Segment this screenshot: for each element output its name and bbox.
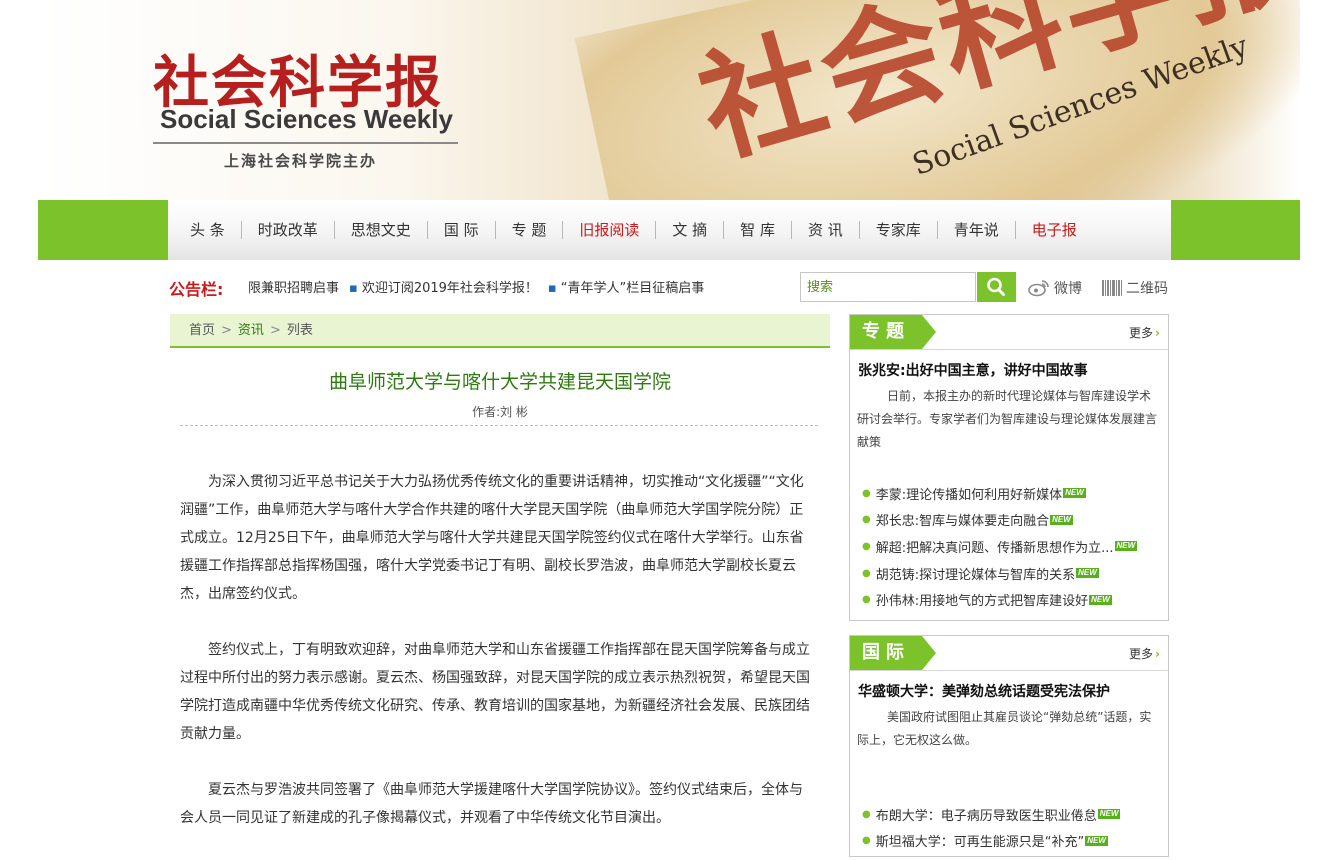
chevron-right-icon: >: [221, 323, 232, 338]
notice-ticker: 限兼职招聘启事 ▪ 欢迎订阅2019年社会科学报！ ▪ “青年学人”栏目征稿启事: [248, 277, 788, 295]
breadcrumb-current[interactable]: 列表: [287, 323, 313, 338]
bullet-icon: ●: [862, 487, 871, 499]
bullet-icon: ●: [862, 540, 871, 552]
notice-label: 公告栏:: [169, 280, 224, 299]
sidebar-intl-tag[interactable]: 国际: [850, 636, 922, 670]
list-item[interactable]: ● 解超:把解决真问题、传播新思想作为立... NEW: [862, 533, 1138, 560]
nav-item-8[interactable]: 资 讯: [792, 221, 860, 239]
sidebar-intl-more[interactable]: 更多 ›: [1129, 645, 1160, 662]
chevron-right-icon: >: [269, 323, 281, 338]
notice-item-text: “青年学人”栏目征稿启事: [560, 281, 705, 295]
search-button[interactable]: [977, 272, 1016, 302]
notice-item-text: 限兼职招聘启事: [248, 281, 340, 295]
article-title: 曲阜师范大学与喀什大学共建昆天国学院: [328, 371, 671, 393]
weibo-link[interactable]: 微博: [1028, 278, 1082, 298]
breadcrumb-section[interactable]: 资讯: [238, 323, 264, 338]
more-label: 更多: [1129, 326, 1154, 340]
nav-item-10[interactable]: 青年说: [938, 221, 1016, 239]
sidebar-intl-lead-desc: 美国政府试图阻止其雇员谈论“弹劾总统”话题，实际上，它无权这么做。: [857, 710, 1152, 747]
nav-item-5[interactable]: 旧报阅读: [563, 221, 657, 239]
list-item-text: 李蒙:理论传播如何利用好新媒体: [875, 487, 1063, 503]
weibo-icon: [1028, 280, 1049, 297]
list-item[interactable]: ● 布朗大学：电子病历导致医生职业倦怠 NEW: [862, 801, 1121, 828]
sidebar-intl-lead-title[interactable]: 华盛顿大学：美弹劾总统话题受宪法保护: [858, 681, 1110, 701]
sidebar-intl-list: ● 布朗大学：电子病历导致医生职业倦怠 NEW ● 斯坦福大学：可再生能源只是“补充” N…: [862, 801, 1121, 855]
tag-arrow-icon: [922, 315, 936, 349]
site-logo-en[interactable]: Social Sciences Weekly: [160, 104, 453, 135]
article-divider: [180, 425, 818, 426]
nav-item-0[interactable]: 头 条: [174, 221, 242, 239]
nav-item-1[interactable]: 时政改革: [242, 221, 335, 239]
bullet-icon: ●: [862, 594, 871, 606]
notice-item[interactable]: ▪ “青年学人”栏目征稿启事: [548, 281, 704, 295]
breadcrumb: 首页 > 资讯 > 列表: [170, 314, 830, 348]
article-paragraph: 签约仪式上，丁有明致欢迎辞，对曲阜师范大学和山东省援疆工作指挥部在昆天国学院筹备…: [180, 642, 810, 742]
new-badge-icon: NEW: [1089, 594, 1112, 605]
nav-item-6[interactable]: 文 摘: [656, 221, 725, 239]
search-input[interactable]: [801, 273, 971, 301]
more-label: 更多: [1129, 647, 1154, 661]
list-item-text: 孙伟林:用接地气的方式把智库建设好: [875, 594, 1089, 610]
bullet-icon: ▪: [349, 281, 358, 295]
nav-item-9[interactable]: 专家库: [860, 221, 938, 239]
chevron-right-icon: ›: [1155, 326, 1160, 340]
bullet-icon: ●: [862, 514, 871, 526]
new-badge-icon: NEW: [1050, 514, 1073, 525]
list-item[interactable]: ● 李蒙:理论传播如何利用好新媒体 NEW: [862, 480, 1137, 507]
sidebar-intl-box: 国际 更多 › 华盛顿大学：美弹劾总统话题受宪法保护 美国政府试图阻止其雇员谈论“…: [849, 635, 1169, 857]
sidebar-special-lead-desc: 日前，本报主办的新时代理论媒体与智库建设学术研讨会举行。专家学者们为智库建设与理…: [857, 389, 1158, 449]
list-item-text: 解超:把解决真问题、传播新思想作为立...: [875, 540, 1114, 556]
list-item-text: 布朗大学：电子病历导致医生职业倦怠: [875, 808, 1097, 824]
tag-arrow-icon: [922, 636, 936, 670]
list-item-text: 郑长忠:智库与媒体要走向融合: [875, 514, 1050, 530]
list-item[interactable]: ● 孙伟林:用接地气的方式把智库建设好 NEW: [862, 586, 1137, 613]
nav-item-11[interactable]: 电子报: [1016, 221, 1093, 239]
article-paragraph: 为深入贯彻习近平总书记关于大力弘扬优秀传统文化的重要讲话精神，切实推动“文化援疆…: [180, 474, 804, 602]
bullet-icon: ●: [862, 835, 871, 847]
list-item[interactable]: ● 斯坦福大学：可再生能源只是“补充” NEW: [862, 828, 1120, 855]
sidebar-special-tag[interactable]: 专题: [850, 315, 922, 349]
notice-item[interactable]: 限兼职招聘启事: [248, 281, 339, 295]
nav-item-2[interactable]: 思想文史: [335, 221, 428, 239]
sidebar-special-more[interactable]: 更多 ›: [1129, 324, 1160, 341]
list-item-text: 斯坦福大学：可再生能源只是“补充”: [875, 835, 1085, 851]
new-badge-icon: NEW: [1085, 835, 1108, 846]
breadcrumb-home[interactable]: 首页: [189, 323, 215, 338]
chevron-right-icon: ›: [1155, 647, 1160, 661]
sidebar-special-header: 专题 更多 ›: [850, 315, 1168, 350]
site-sponsor: 上海社会科学院主办: [224, 152, 378, 170]
bullet-icon: ▪: [547, 281, 557, 295]
qrcode-icon: [1102, 280, 1122, 296]
search-icon: [987, 277, 1005, 296]
header-banner: 社会科学报 Social Sciences Weekly 社会科学报 Socia…: [38, 0, 1300, 200]
bullet-icon: ●: [862, 567, 871, 579]
weibo-label: 微博: [1054, 281, 1082, 297]
qrcode-link[interactable]: 二维码: [1102, 278, 1168, 298]
notice-item[interactable]: ▪ 欢迎订阅2019年社会科学报！: [349, 281, 538, 295]
logo-divider: [153, 142, 458, 144]
search-box: [800, 272, 976, 302]
notice-item-text: 欢迎订阅2019年社会科学报！: [361, 281, 538, 295]
list-item[interactable]: ● 胡范铸:探讨理论媒体与智库的关系 NEW: [862, 560, 1137, 587]
sidebar-special-lead-title[interactable]: 张兆安:出好中国主意，讲好中国故事: [858, 360, 1088, 380]
sidebar-special-list: ● 李蒙:理论传播如何利用好新媒体 NEW ● 郑长忠:智库与媒体要走向融合 NEW ● 解超…: [862, 480, 1138, 613]
list-item[interactable]: ● 郑长忠:智库与媒体要走向融合 NEW: [862, 507, 1137, 534]
new-badge-icon: NEW: [1076, 568, 1099, 579]
list-item-text: 胡范铸:探讨理论媒体与智库的关系: [875, 567, 1076, 583]
qrcode-label: 二维码: [1126, 281, 1168, 297]
nav-bar: 头 条时政改革 思想文史国 际专 题旧报阅读文 摘智 库资 讯专家库 青年说 电子报: [38, 200, 1300, 260]
new-badge-icon: NEW: [1063, 488, 1086, 499]
main-nav: 头 条时政改革 思想文史国 际专 题旧报阅读文 摘智 库资 讯专家库 青年说 电子报: [168, 200, 1171, 260]
nav-item-3[interactable]: 国 际: [428, 221, 496, 239]
article-paragraph: 夏云杰与罗浩波共同签署了《曲阜师范大学援建喀什大学国学院协议》。签约仪式结束后，…: [180, 782, 803, 826]
bullet-icon: ●: [862, 808, 871, 820]
sidebar-special-box: 专题 更多 › 张兆安:出好中国主意，讲好中国故事 日前，本报主办的新时代理论媒体…: [849, 314, 1169, 621]
nav-item-7[interactable]: 智 库: [724, 221, 792, 239]
new-badge-icon: NEW: [1114, 541, 1138, 552]
article-author: 作者:刘 彬: [472, 405, 528, 419]
article-body: 为深入贯彻习近平总书记关于大力弘扬优秀传统文化的重要讲话精神，切实推动“文化援疆…: [180, 468, 812, 860]
sidebar-intl-header: 国际 更多 ›: [850, 636, 1168, 671]
nav-item-4[interactable]: 专 题: [496, 221, 564, 239]
new-badge-icon: NEW: [1097, 809, 1121, 820]
